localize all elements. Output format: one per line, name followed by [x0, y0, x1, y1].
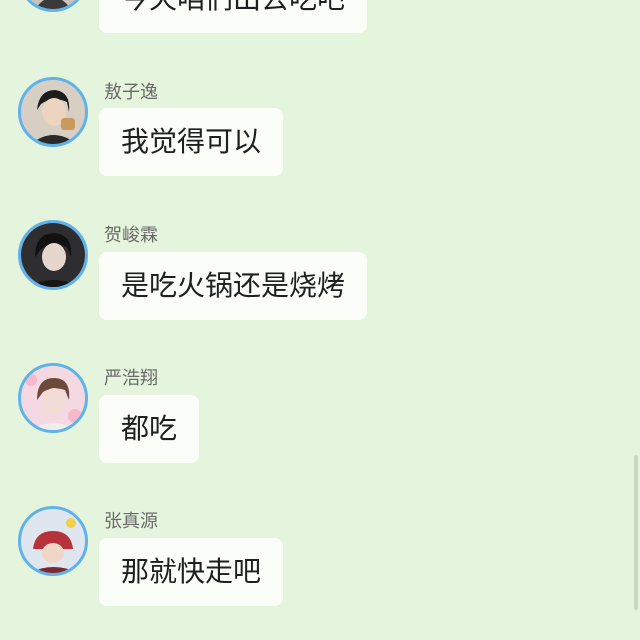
avatar-icon — [21, 223, 85, 287]
message-bubble[interactable]: 那就快走吧 — [99, 538, 284, 606]
sender-name: 张真源 — [104, 511, 158, 532]
sender-name: 敖子逸 — [104, 82, 158, 103]
scrollbar[interactable] — [634, 455, 638, 610]
avatar-icon — [21, 0, 85, 9]
avatar[interactable] — [18, 220, 88, 290]
avatar-icon — [21, 366, 85, 430]
message-bubble[interactable]: 是吃火锅还是烧烤 — [99, 252, 368, 320]
sender-name: 贺峻霖 — [104, 225, 158, 246]
avatar[interactable] — [18, 77, 88, 147]
message-bubble[interactable]: 今天咱们出去吃吧 — [99, 0, 368, 33]
avatar-icon — [21, 80, 85, 144]
message-bubble[interactable]: 都吃 — [99, 395, 200, 463]
avatar[interactable] — [18, 0, 88, 12]
chat-message-list: 今天咱们出去吃吧 敖子逸 我觉得可以 贺峻霖 是吃火锅还是烧烤 — [0, 0, 640, 640]
avatar-icon — [21, 509, 85, 573]
message-bubble[interactable]: 我觉得可以 — [99, 108, 284, 176]
sender-name: 严浩翔 — [104, 368, 158, 389]
avatar[interactable] — [18, 506, 88, 576]
avatar[interactable] — [18, 363, 88, 433]
